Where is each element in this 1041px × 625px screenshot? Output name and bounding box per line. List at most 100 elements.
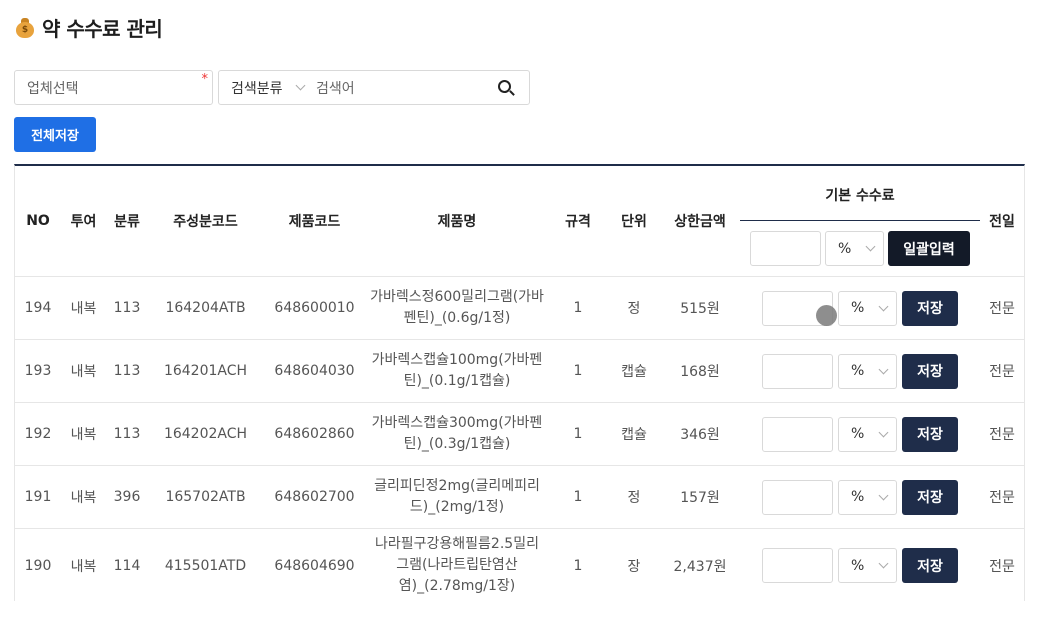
table-row: 190 내복 114 415501ATD 648604690 나라필구강용해필름2.5밀리… — [15, 529, 1024, 603]
cell-price: 168원 — [660, 339, 740, 403]
search-category-select[interactable]: 검색분류 — [219, 78, 314, 98]
row-unit-value: % — [851, 489, 865, 505]
col-spec: 규격 — [548, 166, 608, 277]
save-all-button[interactable]: 전체저장 — [14, 117, 96, 152]
chevron-down-icon — [878, 364, 889, 374]
row-save-button[interactable]: 저장 — [902, 353, 958, 389]
row-unit-select[interactable]: % — [838, 548, 897, 584]
cell-unit: 정 — [608, 276, 660, 340]
page-header: $ 약 수수료 관리 — [14, 12, 163, 42]
page-title: 약 수수료 관리 — [42, 16, 163, 41]
table-row: 192 내복 113 164202ACH 648602860 가바렉스캡슐300mg(가바… — [15, 402, 1024, 466]
col-class: 분류 — [106, 166, 148, 277]
search-input[interactable]: 검색어 — [314, 78, 491, 98]
mouse-cursor — [816, 305, 837, 326]
cell-product-code: 648600010 — [263, 276, 366, 340]
bulk-apply-button[interactable]: 일괄입력 — [888, 231, 970, 266]
col-no: NO — [15, 166, 61, 277]
col-max-price: 상한금액 — [660, 166, 740, 277]
cell-ingredient-code: 165702ATB — [148, 465, 263, 529]
cell-no: 190 — [24, 557, 52, 574]
col-unit: 단위 — [608, 166, 660, 277]
cell-special: 전문 — [980, 465, 1024, 529]
cell-class: 114 — [113, 557, 141, 574]
bulk-fee-input[interactable] — [750, 231, 821, 266]
cell-special: 전문 — [980, 402, 1024, 466]
cell-name: 가바렉스정600밀리그램(가바펜틴)_(0.6g/1정) — [366, 276, 548, 340]
cell-name: 글리피딘정2mg(글리메피리드)_(2mg/1정) — [366, 465, 548, 529]
cell-class: 396 — [106, 465, 148, 529]
cell-product-code: 648604030 — [263, 339, 366, 403]
row-fee-input[interactable] — [762, 353, 833, 389]
required-mark: * — [201, 72, 209, 87]
row-unit-value: % — [851, 426, 865, 442]
row-unit-select[interactable]: % — [838, 353, 897, 389]
cell-price: 515원 — [660, 276, 740, 340]
cell-fee-controls: % 저장 — [740, 529, 980, 603]
row-save-button[interactable]: 저장 — [902, 548, 958, 584]
cell-fee-controls: % 저장 — [740, 276, 980, 340]
chevron-down-icon — [865, 241, 876, 252]
cell-special: 전문 — [989, 558, 1015, 575]
row-unit-select[interactable]: % — [838, 479, 897, 515]
cell-unit: 정 — [608, 465, 660, 529]
bulk-unit-select[interactable]: % — [825, 231, 884, 266]
col-product-name: 제품명 — [366, 166, 548, 277]
chevron-down-icon — [295, 80, 306, 91]
fee-table: NO 투여 분류 주성분코드 제품코드 제품명 규격 단위 상한금액 기본 수수… — [15, 166, 1024, 603]
cell-class: 113 — [106, 339, 148, 403]
cell-no: 193 — [15, 339, 61, 403]
col-base-fee: 기본 수수료 % 일괄입력 — [740, 166, 980, 277]
table-row: 193 내복 113 164201ACH 648604030 가바렉스캡슐100mg(가바… — [15, 339, 1024, 403]
fee-table-container: NO 투여 분류 주성분코드 제품코드 제품명 규격 단위 상한금액 기본 수수… — [14, 164, 1025, 601]
cell-route: 내복 — [61, 402, 106, 466]
cell-product-code: 648602860 — [263, 402, 366, 466]
cell-spec: 1 — [548, 465, 608, 529]
row-unit-value: % — [851, 557, 865, 574]
cell-class: 113 — [106, 402, 148, 466]
company-select[interactable]: 업체선택 * — [14, 70, 213, 105]
row-fee-input[interactable] — [762, 416, 833, 452]
row-unit-value: % — [851, 300, 865, 316]
row-unit-value: % — [851, 363, 865, 379]
row-fee-input[interactable] — [762, 548, 833, 584]
cell-ingredient-code: 164202ACH — [148, 402, 263, 466]
chevron-down-icon — [878, 558, 889, 569]
cell-name: 가바렉스캡슐300mg(가바펜틴)_(0.3g/1캡슐) — [366, 402, 548, 466]
cell-product-code: 648604690 — [274, 557, 355, 574]
cell-route: 내복 — [70, 558, 97, 575]
cell-route: 내복 — [61, 339, 106, 403]
cell-product-code: 648602700 — [263, 465, 366, 529]
row-save-button[interactable]: 저장 — [902, 416, 958, 452]
cell-price: 346원 — [660, 402, 740, 466]
cell-special: 전문 — [980, 339, 1024, 403]
cell-name: 나라필구강용해필름2.5밀리그램(나라트립탄염산염)_(2.78mg/1장) — [375, 536, 539, 595]
cell-ingredient-code: 164204ATB — [148, 276, 263, 340]
base-fee-title: 기본 수수료 — [825, 188, 895, 204]
cell-unit: 캡슐 — [608, 339, 660, 403]
bulk-unit-value: % — [838, 240, 852, 257]
cell-name: 가바렉스캡슐100mg(가바펜틴)_(0.1g/1캡슐) — [366, 339, 548, 403]
chevron-down-icon — [878, 301, 889, 311]
cell-fee-controls: % 저장 — [740, 465, 980, 529]
cell-ingredient-code: 415501ATD — [164, 557, 247, 574]
table-header-row: NO 투여 분류 주성분코드 제품코드 제품명 규격 단위 상한금액 기본 수수… — [15, 166, 1024, 277]
cell-price: 2,437원 — [673, 558, 727, 575]
row-save-button[interactable]: 저장 — [902, 479, 958, 515]
row-save-button[interactable]: 저장 — [902, 290, 958, 326]
cell-spec: 1 — [548, 276, 608, 340]
row-unit-select[interactable]: % — [838, 290, 897, 326]
chevron-down-icon — [878, 490, 889, 500]
col-route: 투여 — [61, 166, 106, 277]
row-fee-input[interactable] — [762, 479, 833, 515]
search-icon[interactable] — [491, 73, 521, 103]
cell-no: 194 — [15, 276, 61, 340]
col-product-code: 제품코드 — [263, 166, 366, 277]
cell-fee-controls: % 저장 — [740, 402, 980, 466]
cell-spec: 1 — [548, 339, 608, 403]
table-row: 191 내복 396 165702ATB 648602700 글리피딘정2mg(글리메피리… — [15, 465, 1024, 529]
table-row: 194 내복 113 164204ATB 648600010 가바렉스정600밀리그램(가… — [15, 276, 1024, 340]
cell-price: 157원 — [660, 465, 740, 529]
cell-unit: 캡슐 — [608, 402, 660, 466]
row-unit-select[interactable]: % — [838, 416, 897, 452]
